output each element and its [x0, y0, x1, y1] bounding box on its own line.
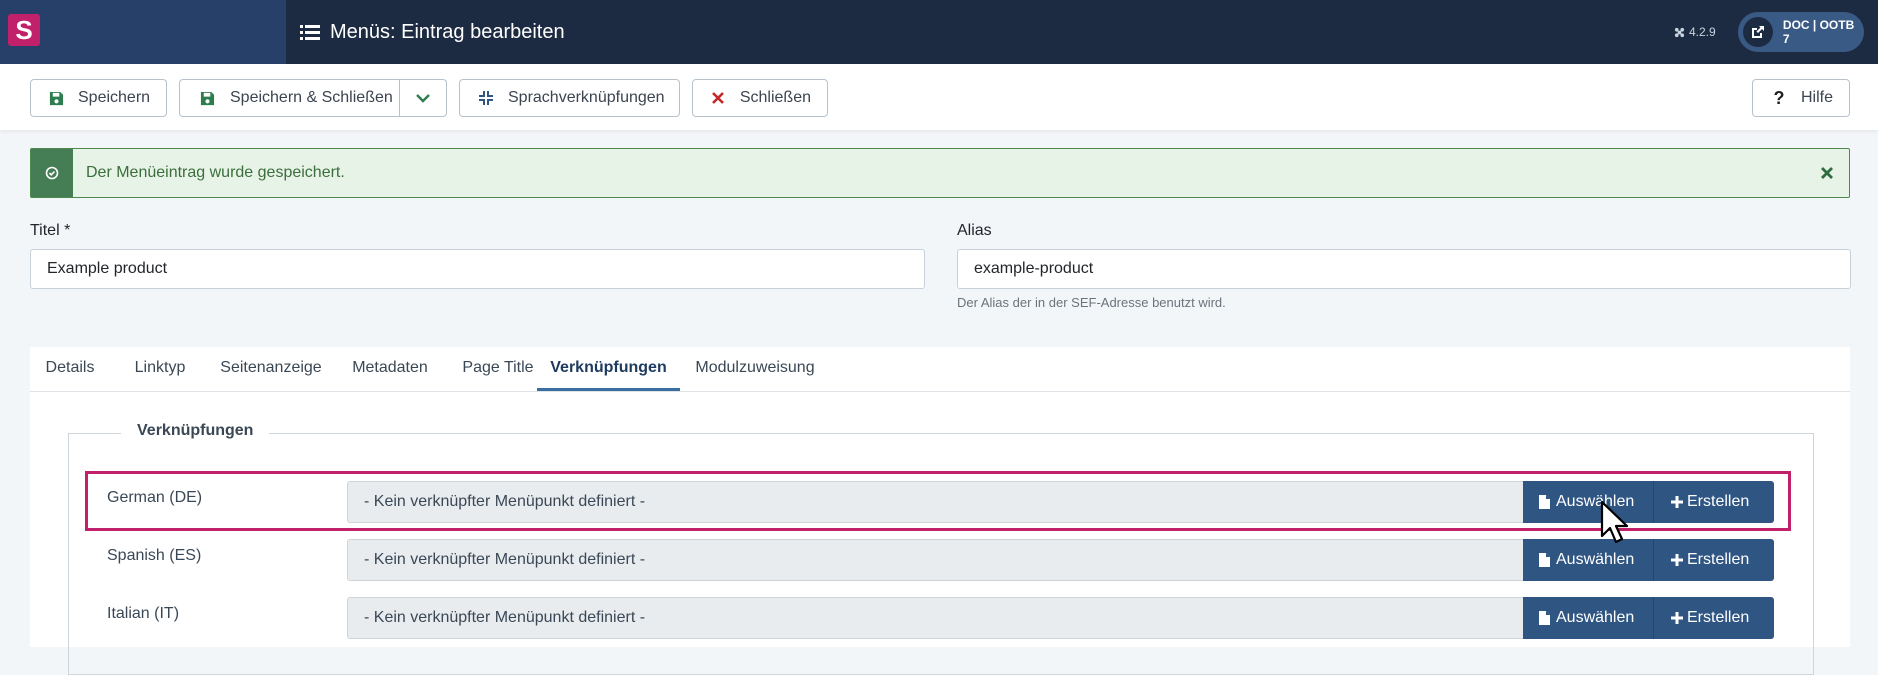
file-icon: [1539, 552, 1553, 568]
close-label: Schließen: [739, 89, 811, 106]
chevron-down-icon: [416, 94, 430, 103]
plus-icon: [1670, 610, 1684, 626]
plus-icon: [1670, 494, 1684, 510]
external-link-icon: [1743, 17, 1773, 47]
association-row-de: - Kein verknüpfter Menüpunkt definiert -…: [347, 481, 1774, 523]
mouse-cursor-icon: [1600, 500, 1629, 544]
plus-icon: [1670, 552, 1684, 568]
toolbar: Speichern Speichern & Schließen Sprachve…: [0, 64, 1878, 130]
association-value-es: - Kein verknüpfter Menüpunkt definiert -: [347, 539, 1523, 581]
save-close-label: Speichern & Schließen: [230, 89, 393, 106]
logo-area[interactable]: S: [0, 0, 286, 64]
alias-label: Alias: [957, 222, 992, 239]
tab-linktyp[interactable]: Linktyp: [114, 347, 206, 391]
select-button-es[interactable]: Auswählen: [1523, 539, 1654, 581]
language-label-de: German (DE): [107, 489, 203, 506]
create-label: Erstellen: [1687, 551, 1750, 568]
list-icon: [300, 25, 320, 40]
tab-page-title[interactable]: Page Title: [444, 347, 552, 391]
create-button-de[interactable]: Erstellen: [1654, 481, 1774, 523]
top-header: S Menüs: Eintrag bearbeiten 4.2.9 DOC | …: [0, 0, 1878, 64]
file-icon: [1539, 610, 1553, 626]
association-row-it: - Kein verknüpfter Menüpunkt definiert -…: [347, 597, 1774, 639]
page-title-text: Menüs: Eintrag bearbeiten: [330, 21, 565, 43]
version-info: 4.2.9: [1674, 0, 1716, 64]
select-label: Auswählen: [1556, 551, 1635, 568]
site-link-label: DOC | OOTB 7: [1782, 18, 1855, 46]
joomla-icon: [1674, 27, 1685, 37]
select-label: Auswählen: [1556, 609, 1635, 626]
associations-legend: Verknüpfungen: [121, 422, 270, 440]
tab-details[interactable]: Details: [30, 347, 110, 391]
create-label: Erstellen: [1687, 609, 1750, 626]
file-icon: [1539, 494, 1553, 510]
language-label-es: Spanish (ES): [107, 547, 202, 564]
alias-input[interactable]: example-product: [957, 249, 1851, 289]
success-alert: Der Menüeintrag wurde gespeichert.: [30, 148, 1850, 198]
tab-metadaten[interactable]: Metadaten: [336, 347, 444, 391]
association-value-de: - Kein verknüpfter Menüpunkt definiert -: [347, 481, 1523, 523]
save-label: Speichern: [78, 89, 151, 106]
page-title: Menüs: Eintrag bearbeiten: [300, 0, 565, 64]
tab-verknuepfungen[interactable]: Verknüpfungen: [537, 347, 680, 391]
alert-close-icon[interactable]: [1815, 161, 1839, 185]
tab-bar: Details Linktyp Seitenanzeige Metadaten …: [30, 347, 1850, 392]
compress-icon: [478, 89, 494, 107]
language-associations-label: Sprachverknüpfungen: [508, 89, 665, 106]
create-button-it[interactable]: Erstellen: [1654, 597, 1774, 639]
tab-modulzuweisung[interactable]: Modulzuweisung: [680, 347, 830, 391]
association-value-it: - Kein verknüpfter Menüpunkt definiert -: [347, 597, 1523, 639]
language-label-it: Italian (IT): [107, 605, 180, 622]
site-logo[interactable]: S: [8, 14, 40, 46]
close-icon: [711, 89, 726, 107]
save-button[interactable]: Speichern: [30, 79, 167, 117]
check-circle-icon: [31, 149, 73, 197]
association-row-es: - Kein verknüpfter Menüpunkt definiert -…: [347, 539, 1774, 581]
save-close-button[interactable]: Speichern & Schließen: [179, 79, 447, 117]
tab-seitenanzeige[interactable]: Seitenanzeige: [206, 347, 336, 391]
save-icon: [49, 89, 64, 107]
create-button-es[interactable]: Erstellen: [1654, 539, 1774, 581]
create-label: Erstellen: [1687, 493, 1750, 510]
help-label: Hilfe: [1800, 89, 1833, 106]
select-button-de[interactable]: Auswählen: [1523, 481, 1654, 523]
alias-hint: Der Alias der in der SEF-Adresse benutzt…: [957, 295, 1226, 310]
language-associations-button[interactable]: Sprachverknüpfungen: [459, 79, 680, 117]
help-icon: ?: [1773, 87, 1785, 108]
select-button-it[interactable]: Auswählen: [1523, 597, 1654, 639]
save-dropdown-toggle[interactable]: [399, 80, 446, 116]
site-link-button[interactable]: DOC | OOTB 7: [1738, 12, 1864, 52]
help-button[interactable]: ? Hilfe: [1752, 79, 1850, 117]
version-text: 4.2.9: [1689, 25, 1716, 39]
close-button[interactable]: Schließen: [692, 79, 828, 117]
alert-message: Der Menüeintrag wurde gespeichert.: [86, 164, 345, 181]
title-label: Titel *: [30, 222, 71, 239]
title-input[interactable]: Example product: [30, 249, 925, 289]
save-icon: [198, 89, 216, 107]
